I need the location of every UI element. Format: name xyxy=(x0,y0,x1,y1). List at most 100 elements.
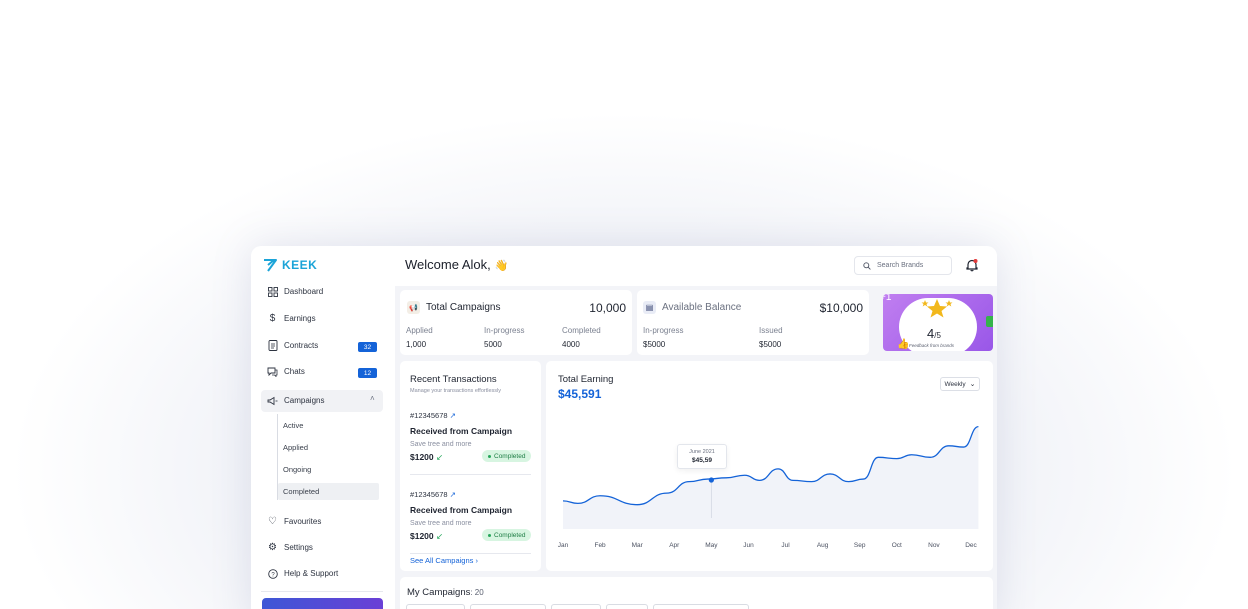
stat-label: Issued xyxy=(759,326,783,335)
x-tick-label: Jan xyxy=(557,542,569,549)
app-window: KEEK Dashboard $ Earnings Contracts 32 C… xyxy=(251,246,997,609)
sidebar-sub-ongoing[interactable]: Ongoing xyxy=(283,465,311,474)
sidebar-item-earnings[interactable]: $ Earnings xyxy=(267,313,316,324)
campaign-filter-tab[interactable] xyxy=(551,604,601,609)
chart-tooltip: June 2021 $45,59 xyxy=(677,444,727,469)
transaction-id-text: #12345678 xyxy=(410,411,448,420)
campaign-filter-tab[interactable] xyxy=(653,604,749,609)
tooltip-date: June 2021 xyxy=(689,449,715,455)
search-placeholder: Search Brands xyxy=(877,262,924,269)
x-tick-label: May xyxy=(705,542,718,549)
sidebar-item-contracts[interactable]: Contracts xyxy=(267,340,318,351)
welcome-text: Welcome Alok, xyxy=(405,257,491,272)
total-earning-card: Total Earning $45,591 Weekly ⌄ June 2021 … xyxy=(546,361,993,571)
search-icon xyxy=(863,261,871,270)
thumbs-up-icon: 👍 xyxy=(897,339,910,350)
earning-chart xyxy=(562,425,979,529)
status-dot xyxy=(488,454,491,458)
sidebar-item-label: Dashboard xyxy=(284,287,324,296)
transaction-id[interactable]: #12345678 ↗ xyxy=(410,490,456,499)
card-head: 📢 Total Campaigns xyxy=(407,301,500,314)
sidebar-item-campaigns[interactable]: Campaigns xyxy=(267,395,324,406)
transaction-id[interactable]: #12345678 ↗ xyxy=(410,411,456,420)
star-icon xyxy=(921,299,953,318)
status-text: Completed xyxy=(494,452,526,460)
help-icon: ? xyxy=(267,568,278,579)
transaction-name: Received from Campaign xyxy=(410,426,513,436)
x-tick-label: Feb xyxy=(594,542,606,549)
grid-icon xyxy=(267,286,278,297)
external-link-icon: ↗ xyxy=(449,411,456,420)
stat-value: 5000 xyxy=(484,340,502,349)
transaction-amount: $1200 ↙ xyxy=(410,452,443,463)
like-icon xyxy=(986,316,993,327)
my-campaigns-label: My Campaigns xyxy=(407,587,471,598)
heart-icon: ♡ xyxy=(268,516,277,527)
x-tick-label: Sep xyxy=(853,542,866,549)
transaction-amount: $1200 ↙ xyxy=(410,531,443,542)
see-all-campaigns-link[interactable]: See All Campaigns › xyxy=(410,556,478,565)
contracts-badge: 32 xyxy=(358,342,377,352)
gear-icon: ⚙ xyxy=(268,542,277,553)
plus-one-icon: +1 xyxy=(883,294,892,303)
bell-icon[interactable] xyxy=(965,258,979,272)
highlight-point[interactable] xyxy=(708,477,714,483)
sidebar-item-label: Favourites xyxy=(284,517,322,526)
transaction-name: Received from Campaign xyxy=(410,505,513,515)
sidebar-sub-active[interactable]: Active xyxy=(283,421,303,430)
search-input[interactable]: Search Brands xyxy=(854,256,952,275)
balance-total: $10,000 xyxy=(819,301,863,315)
sidebar-item-label: Campaigns xyxy=(284,396,325,405)
sidebar-item-settings[interactable]: ⚙ Settings xyxy=(267,542,313,553)
sidebar-divider xyxy=(261,591,383,592)
logo[interactable]: KEEK xyxy=(263,258,317,272)
divider xyxy=(410,474,531,475)
sidebar-item-dashboard[interactable]: Dashboard xyxy=(267,286,323,297)
amount-text: $1200 xyxy=(410,531,434,541)
sidebar-item-label: Contracts xyxy=(284,341,319,350)
sidebar-item-label: Chats xyxy=(284,367,305,376)
amount-text: $1200 xyxy=(410,452,434,462)
svg-text:?: ? xyxy=(271,572,275,578)
x-tick-label: Mar xyxy=(631,542,643,549)
recent-transactions-card: Recent Transactions Manage your transact… xyxy=(400,361,541,571)
status-badge: Completed xyxy=(482,529,532,541)
campaign-filter-tab[interactable] xyxy=(606,604,648,609)
sidebar-item-favourites[interactable]: ♡ Favourites xyxy=(267,516,321,527)
rating-score: 4/5 xyxy=(927,326,941,341)
x-tick-label: Apr xyxy=(669,542,680,549)
dollar-icon: $ xyxy=(269,313,276,324)
stat-label: In-progress xyxy=(643,326,684,335)
sidebar-item-label: Earnings xyxy=(284,314,316,323)
chats-badge: 12 xyxy=(358,368,377,378)
brand-name: KEEK xyxy=(282,258,318,272)
sidebar-item-chats[interactable]: Chats xyxy=(267,366,305,377)
sidebar-item-help[interactable]: ? Help & Support xyxy=(267,568,338,579)
status-dot xyxy=(488,533,491,537)
card-title: Total Campaigns xyxy=(426,302,501,313)
arrow-down-left-icon: ↙ xyxy=(436,531,444,541)
rating-card: 4/5 Feedback from brands +1 👍 xyxy=(883,294,993,351)
divider xyxy=(410,553,531,554)
campaign-filter-tab[interactable] xyxy=(470,604,546,609)
campaign-filter-tab[interactable] xyxy=(406,604,465,609)
available-balance-card: ▤ Available Balance $10,000 In-progress … xyxy=(637,290,869,355)
megaphone-icon: 📢 xyxy=(407,301,420,314)
x-tick-label: Oct xyxy=(891,542,902,549)
total-campaigns-card: 📢 Total Campaigns 10,000 Applied 1,000 I… xyxy=(400,290,632,355)
sidebar-item-label: Settings xyxy=(284,543,313,552)
promo-banner[interactable] xyxy=(262,598,383,609)
tooltip-value: $45,59 xyxy=(692,457,712,464)
megaphone-icon xyxy=(267,395,278,406)
stat-value: 1,000 xyxy=(406,340,427,349)
chart-area xyxy=(563,426,979,529)
chevron-up-icon[interactable]: ˄ xyxy=(370,394,375,403)
score-max: /5 xyxy=(934,331,941,340)
chat-icon xyxy=(267,366,278,377)
document-icon xyxy=(267,340,278,351)
sidebar-sub-applied[interactable]: Applied xyxy=(283,443,308,452)
sidebar-sub-completed[interactable]: Completed xyxy=(283,487,319,496)
transaction-note: Save tree and more xyxy=(410,441,472,448)
x-tick-label: Nov xyxy=(928,542,940,549)
stat-value: $5000 xyxy=(643,340,666,349)
